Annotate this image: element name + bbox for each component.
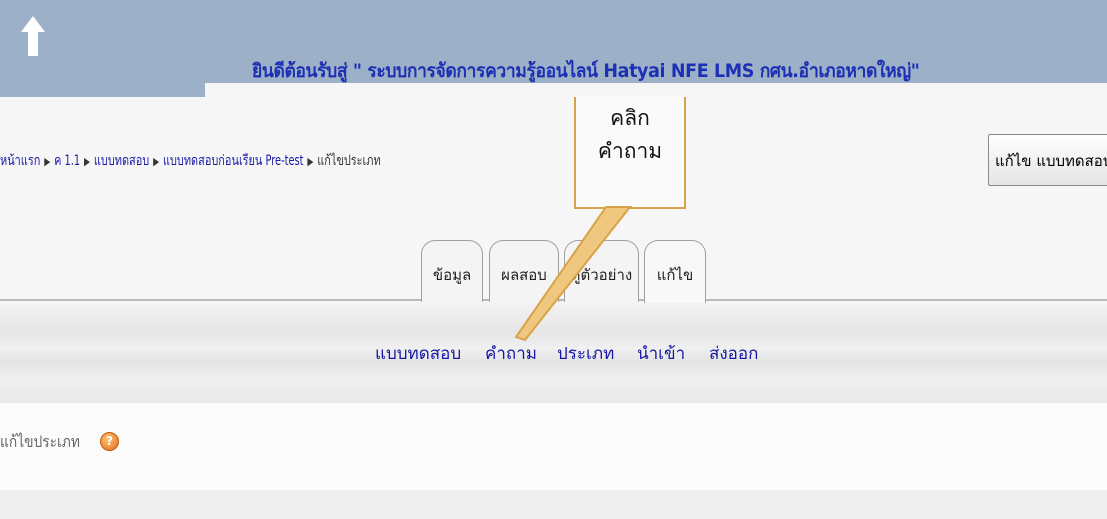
- subnav-band: [0, 303, 1107, 403]
- tab-info[interactable]: ข้อมูล: [421, 240, 483, 302]
- subnav-import[interactable]: นำเข้า: [637, 340, 685, 367]
- home-icon[interactable]: [20, 16, 46, 56]
- breadcrumb-separator: ▶: [44, 155, 51, 168]
- breadcrumb-home[interactable]: หน้าแรก: [0, 153, 40, 169]
- edit-quiz-button[interactable]: แก้ไข แบบทดสอบ: [988, 134, 1107, 186]
- subnav-categories[interactable]: ประเภท: [557, 340, 614, 367]
- tab-edit[interactable]: แก้ไข: [644, 240, 706, 304]
- section-title: แก้ไขประเภท: [0, 432, 80, 451]
- breadcrumb-pretest[interactable]: แบบทดสอบก่อนเรียน Pre-test: [163, 153, 304, 169]
- breadcrumb-course[interactable]: ค 1.1: [54, 153, 80, 169]
- callout-text: คลิกคำถาม: [597, 106, 663, 163]
- welcome-banner: ยินดีต้อนรับสู่ " ระบบการจัดการความรู้ออ…: [252, 60, 920, 82]
- subnav-quiz[interactable]: แบบทดสอบ: [375, 340, 461, 367]
- tab-results[interactable]: ผลสอบ: [489, 240, 559, 302]
- help-icon-glyph: ?: [106, 434, 113, 448]
- subnav-questions[interactable]: คำถาม: [485, 340, 537, 367]
- breadcrumb-separator: ▶: [153, 155, 160, 168]
- subnav-export[interactable]: ส่งออก: [709, 340, 758, 367]
- tab-preview[interactable]: ดูตัวอย่าง: [564, 240, 639, 302]
- breadcrumb-current: แก้ไขประเภท: [317, 153, 381, 169]
- breadcrumb: หน้าแรก ▶ ค 1.1 ▶ แบบทดสอบ ▶ แบบทดสอบก่อนเรียน…: [0, 150, 381, 172]
- breadcrumb-quizzes[interactable]: แบบทดสอบ: [94, 153, 149, 169]
- content-footer-band: [0, 490, 1107, 519]
- breadcrumb-separator: ▶: [84, 155, 90, 168]
- breadcrumb-separator: ▶: [307, 155, 314, 168]
- help-icon[interactable]: ?: [100, 432, 119, 451]
